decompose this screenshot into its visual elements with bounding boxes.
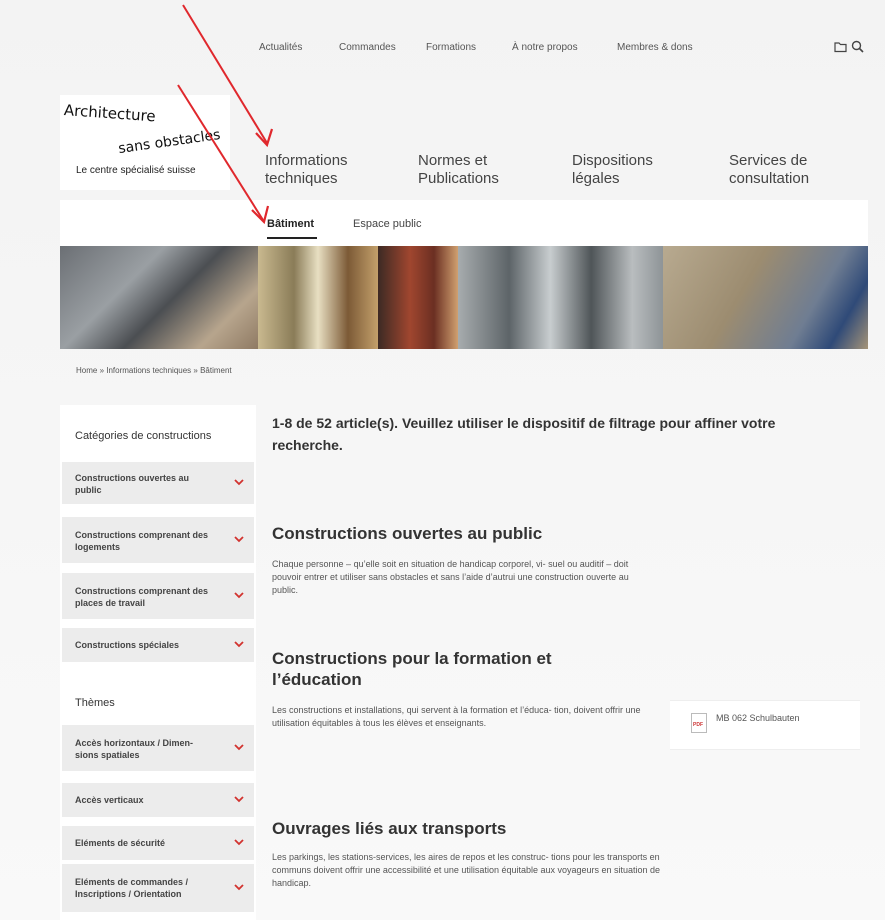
annotation-arrows — [177, 4, 274, 225]
